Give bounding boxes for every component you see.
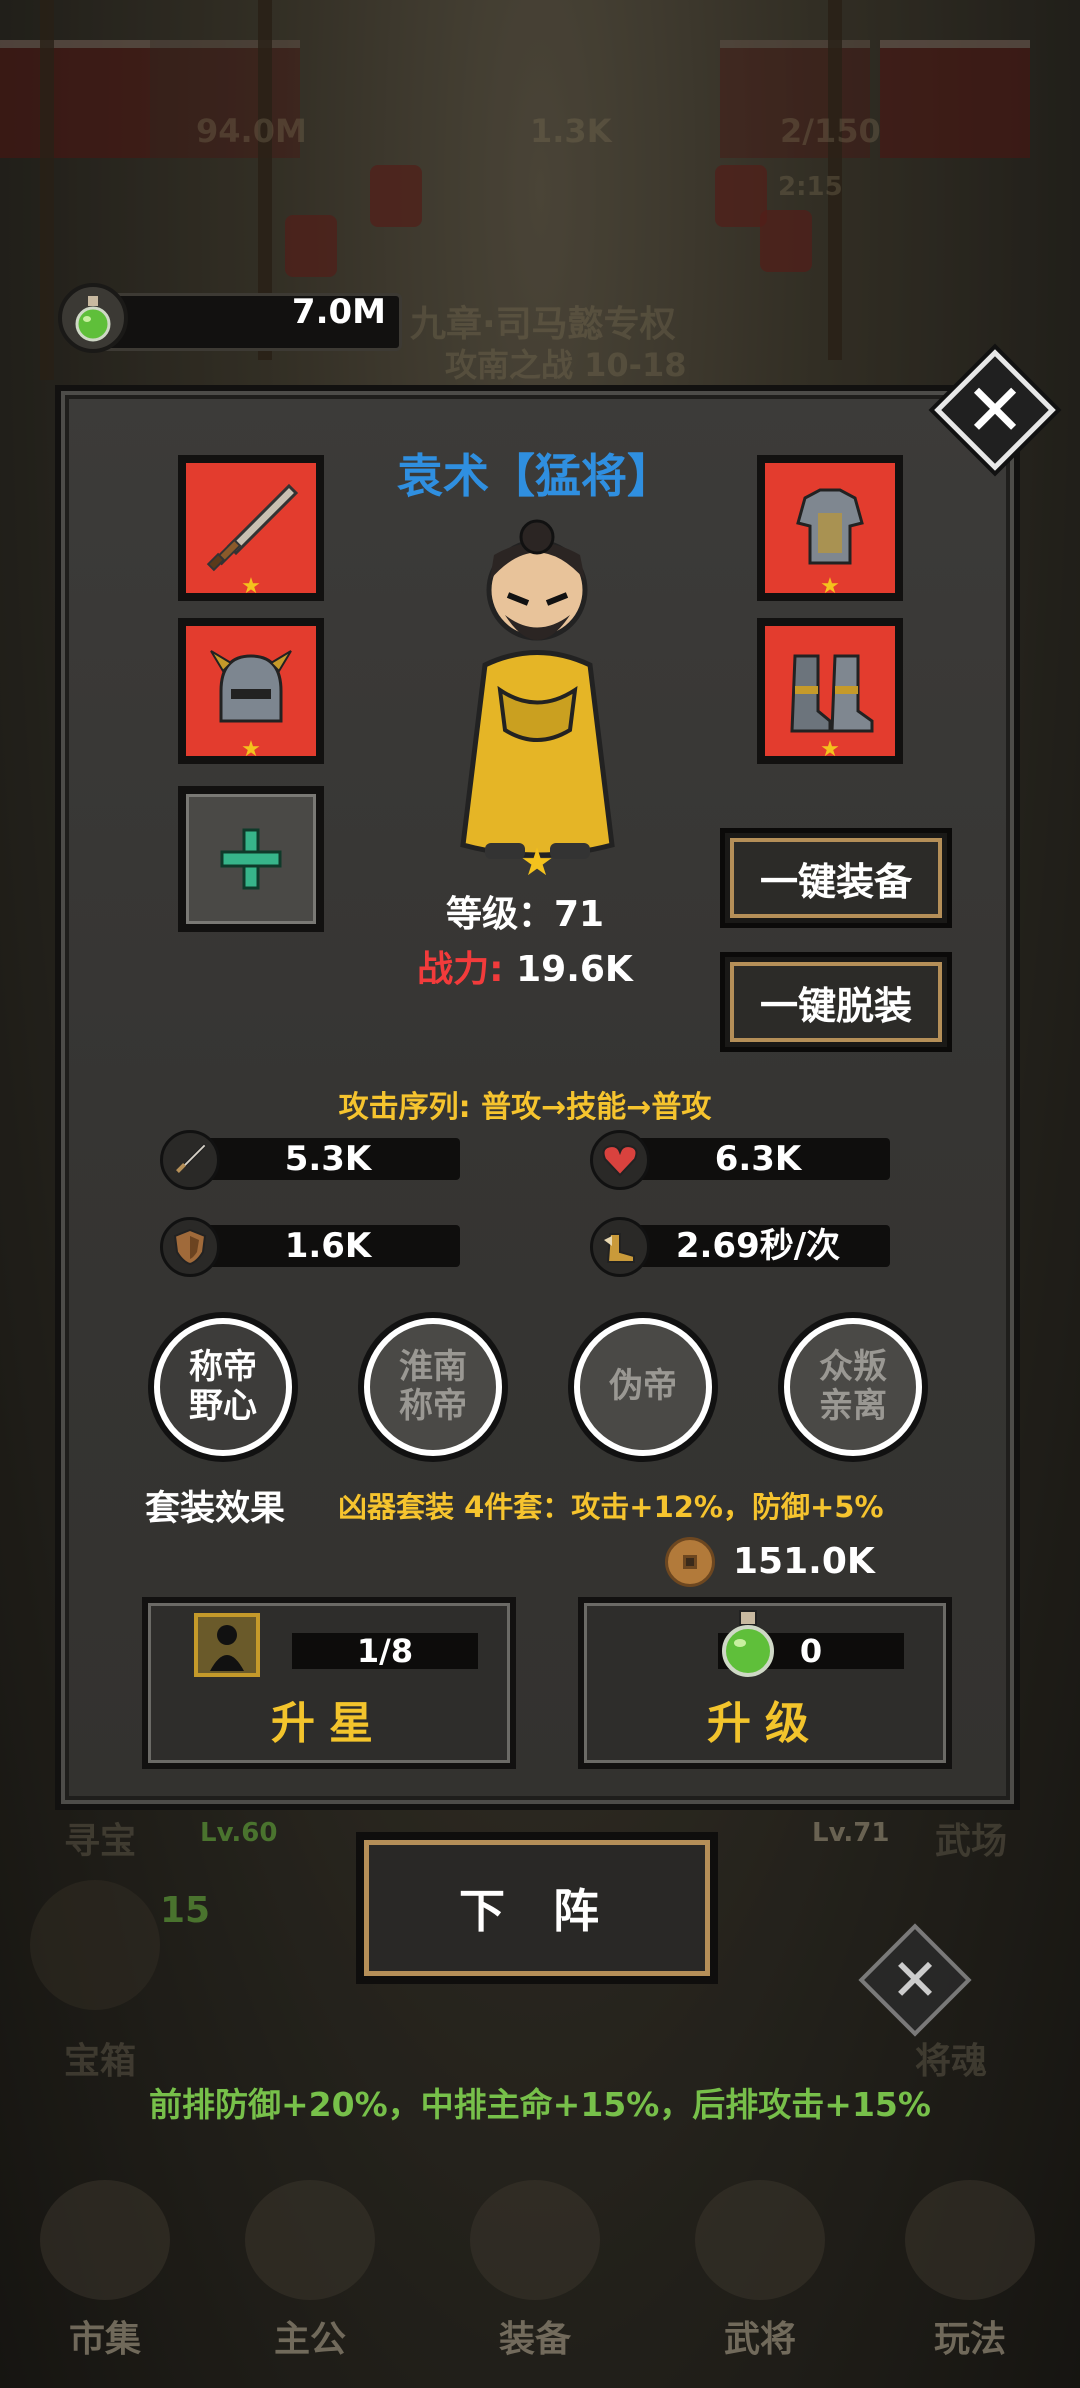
hero-level: 等级：71	[445, 894, 605, 935]
hero-power: 战力: 19.6K	[400, 940, 650, 992]
nav-market[interactable]: 市集	[30, 2310, 180, 2362]
boots-slot[interactable]: ★	[757, 618, 903, 764]
green-potion-icon	[722, 1610, 774, 1677]
equip-all-label: 一键装备	[730, 838, 942, 918]
coin-icon	[665, 1537, 715, 1587]
star-up-label: 升星	[271, 1698, 387, 1749]
hero-power-label: 战力:	[417, 949, 504, 990]
stat-speed: 2.69秒/次	[590, 1217, 890, 1277]
skill-1-label: 称帝 野心	[154, 1318, 292, 1456]
winged-boot-icon	[590, 1217, 650, 1277]
armor-slot[interactable]: ★	[757, 455, 903, 601]
hero-portrait: ★	[460, 519, 615, 880]
weapon-slot[interactable]: ★	[178, 455, 324, 601]
soul-close-button: ✕	[858, 1923, 972, 2037]
skill-1[interactable]: 称帝 野心	[148, 1312, 298, 1462]
nav-lord[interactable]: 主公	[235, 2310, 385, 2362]
skill-4-label: 众叛 亲离	[784, 1318, 922, 1456]
equip-all-button[interactable]: 一键装备	[720, 828, 952, 928]
plus-icon	[220, 828, 282, 890]
level-up-label: 升级	[707, 1698, 823, 1749]
stat-hp: 6.3K	[590, 1130, 890, 1190]
coin-value: 151.0K	[733, 1541, 875, 1582]
skill-2-label: 淮南 称帝	[364, 1318, 502, 1456]
unequip-all-button[interactable]: 一键脱装	[720, 952, 952, 1052]
nav-equipment[interactable]: 装备	[460, 2310, 610, 2362]
attack-sequence: 攻击序列: 普攻→技能→普攻	[338, 1090, 712, 1125]
star-up-progress: 1/8	[292, 1633, 478, 1669]
star-icon: ★	[820, 737, 840, 762]
stat-hp-value: 6.3K	[714, 1139, 802, 1179]
dismiss-label: 下 阵	[364, 1840, 710, 1976]
level-up-button[interactable]: 0 升级	[578, 1597, 952, 1769]
skill-4[interactable]: 众叛 亲离	[778, 1312, 928, 1462]
stat-attack: 5.3K	[160, 1130, 460, 1190]
hero-power-value: 19.6K	[516, 949, 633, 990]
dismiss-button[interactable]: 下 阵	[356, 1832, 718, 1984]
star-up-button[interactable]: 1/8 升星	[142, 1597, 516, 1769]
sword-icon	[206, 483, 299, 572]
close-icon: ✕	[890, 1946, 940, 2014]
star-icon: ★	[241, 737, 261, 762]
potion-counter: 7.0M	[58, 283, 402, 353]
star-icon: ★	[820, 574, 840, 599]
sword-icon	[160, 1130, 220, 1190]
set-effect-desc: 凶器套装 4件套：攻击+12%，防御+5%	[338, 1490, 884, 1524]
armor-icon	[796, 488, 864, 565]
stat-attack-value: 5.3K	[284, 1139, 372, 1179]
helmet-icon	[210, 650, 292, 723]
stat-speed-value: 2.69秒/次	[675, 1226, 841, 1266]
close-button[interactable]: ✕	[934, 349, 1056, 471]
hero-name: 袁术【猛将】	[397, 449, 673, 503]
shield-icon	[160, 1217, 220, 1277]
helmet-slot[interactable]: ★	[178, 618, 324, 764]
nav-play[interactable]: 玩法	[895, 2310, 1045, 2362]
hero-shard-icon	[194, 1613, 260, 1677]
stat-defense: 1.6K	[160, 1217, 460, 1277]
star-icon: ★	[520, 840, 554, 880]
skill-3[interactable]: 伪帝	[568, 1312, 718, 1462]
close-icon: ✕	[964, 368, 1026, 452]
stat-defense-value: 1.6K	[284, 1226, 372, 1266]
skill-2[interactable]: 淮南 称帝	[358, 1312, 508, 1462]
empty-equipment-slot[interactable]	[178, 786, 324, 932]
star-icon: ★	[241, 574, 261, 599]
green-potion-icon	[58, 283, 128, 353]
boots-icon	[790, 654, 874, 733]
unequip-all-label: 一键脱装	[730, 962, 942, 1042]
potion-value: 7.0M	[291, 292, 386, 332]
heart-icon	[590, 1130, 650, 1190]
skill-3-label: 伪帝	[574, 1318, 712, 1456]
formation-buff-text: 前排防御+20%，中排主命+15%，后排攻击+15%	[149, 2085, 931, 2124]
nav-generals[interactable]: 武将	[685, 2310, 835, 2362]
set-effect-title: 套装效果	[145, 1489, 286, 1529]
